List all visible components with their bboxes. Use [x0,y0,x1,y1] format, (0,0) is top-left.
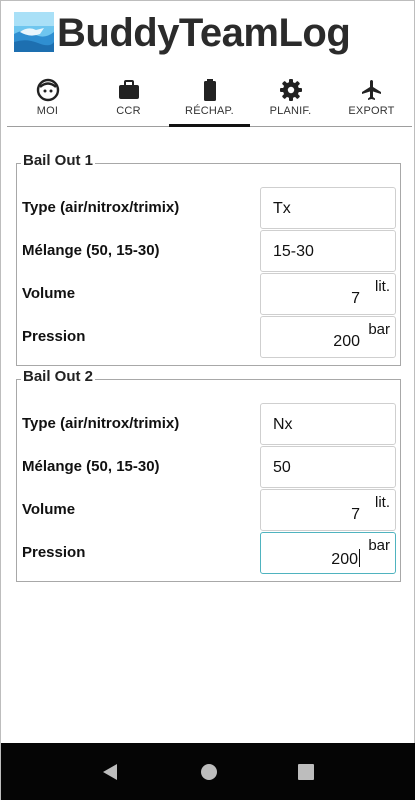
battery-icon [197,77,223,103]
bailout-1-pressure-input[interactable]: 200 bar [260,316,396,358]
type-label: Type (air/nitrox/trimix) [22,199,180,216]
gear-icon [278,77,304,103]
bailout-1-type-row: Type (air/nitrox/trimix) Tx [17,187,400,229]
bailout-1-volume-row: Volume 7 lit. [17,273,400,315]
app-logo [14,12,54,52]
pressure-value: 200 [331,551,358,568]
back-triangle-icon[interactable] [98,760,122,784]
bailout-2-volume-input[interactable]: 7 lit. [260,489,396,531]
pressure-label: Pression [22,328,86,345]
airplane-icon [359,77,385,103]
bailout-1-pressure-row: Pression 200 bar [17,316,400,358]
bailout-2-group: Bail Out 2 Type (air/nitrox/trimix) Nx M… [16,368,401,582]
home-circle-icon[interactable] [197,760,221,784]
volume-label: Volume [22,501,76,518]
volume-unit: lit. [375,494,390,511]
type-value: Tx [273,200,291,217]
bailout-1-mix-row: Mélange (50, 15-30) 15-30 [17,230,400,272]
text-caret [359,549,360,567]
app-frame: BuddyTeamLog MOI CCR RÉCHAP. PLANIF. EXP… [0,0,415,800]
bailout-2-pressure-input[interactable]: 200 bar [260,532,396,574]
bailout-2-mix-input[interactable]: 50 [260,446,396,488]
recents-square-icon[interactable] [294,760,318,784]
type-value: Nx [273,416,293,433]
bailout-1-type-input[interactable]: Tx [260,187,396,229]
bailout-1-volume-input[interactable]: 7 lit. [260,273,396,315]
tab-label: RÉCHAP. [185,105,234,117]
tab-label: MOI [36,105,59,117]
bailout-2-pressure-row: Pression 200 bar [17,532,400,574]
volume-unit: lit. [375,278,390,295]
pressure-value: 200 [333,333,360,350]
tab-planif[interactable]: PLANIF. [250,71,331,126]
bailout-2-volume-row: Volume 7 lit. [17,489,400,531]
tab-moi[interactable]: MOI [7,71,88,126]
app-header: BuddyTeamLog [1,1,415,67]
tab-rechap[interactable]: RÉCHAP. [169,71,250,127]
briefcase-icon [116,77,142,103]
pressure-value-wrap: 200 [331,549,360,569]
pressure-unit: bar [368,537,390,554]
pressure-unit: bar [368,321,390,338]
bailout-1-group: Bail Out 1 Type (air/nitrox/trimix) Tx M… [16,152,401,366]
bailout-1-title: Bail Out 1 [21,152,96,169]
bailout-1-mix-input[interactable]: 15-30 [260,230,396,272]
tab-label: EXPORT [348,105,395,117]
volume-label: Volume [22,285,76,302]
tab-label: PLANIF. [269,105,312,117]
bailout-2-mix-row: Mélange (50, 15-30) 50 [17,446,400,488]
tab-ccr[interactable]: CCR [88,71,169,126]
volume-value: 7 [351,506,360,523]
mix-label: Mélange (50, 15-30) [22,242,160,259]
mix-value: 15-30 [273,243,314,260]
bailout-2-type-input[interactable]: Nx [260,403,396,445]
face-icon [35,77,61,103]
pressure-label: Pression [22,544,86,561]
system-nav-bar [1,743,415,800]
type-label: Type (air/nitrox/trimix) [22,415,180,432]
tab-bar: MOI CCR RÉCHAP. PLANIF. EXPORT [7,71,412,127]
mix-value: 50 [273,459,291,476]
tab-label: CCR [116,105,141,117]
bailout-2-title: Bail Out 2 [21,368,96,385]
mix-label: Mélange (50, 15-30) [22,458,160,475]
volume-value: 7 [351,290,360,307]
tab-export[interactable]: EXPORT [331,71,412,126]
app-title: BuddyTeamLog [57,11,351,55]
bailout-2-type-row: Type (air/nitrox/trimix) Nx [17,403,400,445]
